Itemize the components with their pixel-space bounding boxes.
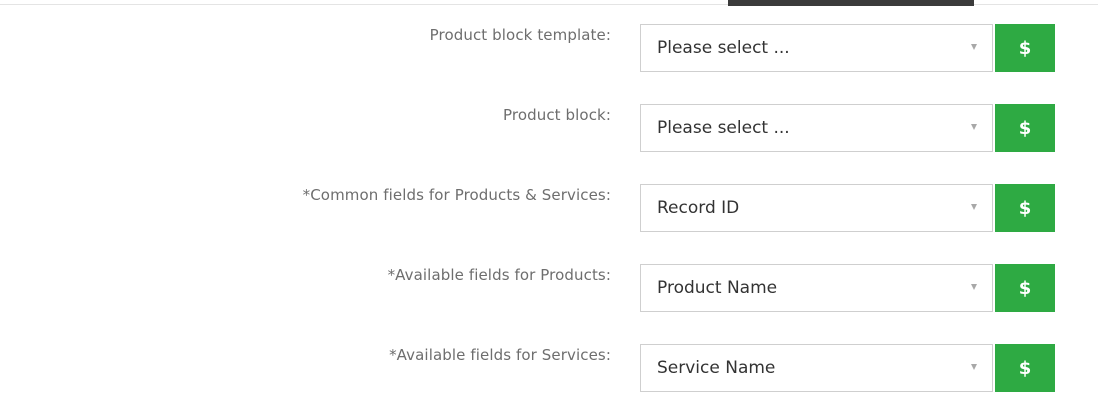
form-row-product-fields: *Available fields for Products: Product … bbox=[0, 262, 1098, 316]
field-label: *Available fields for Services: bbox=[389, 346, 611, 364]
common-fields-select[interactable]: Record ID bbox=[640, 184, 993, 232]
product-block-select[interactable]: Please select ... bbox=[640, 104, 993, 152]
dollar-icon: $ bbox=[1018, 37, 1032, 59]
select-value: Product Name bbox=[657, 278, 778, 298]
field-label: Product block template: bbox=[429, 26, 611, 44]
chevron-down-icon bbox=[971, 204, 977, 210]
form-row-common-fields: *Common fields for Products & Services: … bbox=[0, 182, 1098, 236]
select-value: Service Name bbox=[657, 358, 776, 378]
select-value: Record ID bbox=[657, 198, 740, 218]
chevron-down-icon bbox=[971, 284, 977, 290]
service-fields-select[interactable]: Service Name bbox=[640, 344, 993, 392]
dollar-button[interactable]: $ bbox=[995, 24, 1055, 72]
dollar-button[interactable]: $ bbox=[995, 104, 1055, 152]
dollar-icon: $ bbox=[1018, 357, 1032, 379]
dollar-button[interactable]: $ bbox=[995, 184, 1055, 232]
product-fields-select[interactable]: Product Name bbox=[640, 264, 993, 312]
select-value: Please select ... bbox=[657, 38, 790, 58]
field-label: Product block: bbox=[503, 106, 611, 124]
dollar-button[interactable]: $ bbox=[995, 344, 1055, 392]
chevron-down-icon bbox=[971, 44, 977, 50]
dollar-icon: $ bbox=[1018, 117, 1032, 139]
form-row-service-fields: *Available fields for Services: Service … bbox=[0, 342, 1098, 396]
dollar-button[interactable]: $ bbox=[995, 264, 1055, 312]
field-label: *Common fields for Products & Services: bbox=[302, 186, 611, 204]
product-block-template-select[interactable]: Please select ... bbox=[640, 24, 993, 72]
field-label: *Available fields for Products: bbox=[387, 266, 611, 284]
form-row-product-block-template: Product block template: Please select ..… bbox=[0, 22, 1098, 76]
dollar-icon: $ bbox=[1018, 277, 1032, 299]
form-row-product-block: Product block: Please select ... $ bbox=[0, 102, 1098, 156]
select-value: Please select ... bbox=[657, 118, 790, 138]
chevron-down-icon bbox=[971, 124, 977, 130]
chevron-down-icon bbox=[971, 364, 977, 370]
active-tab-indicator bbox=[728, 0, 974, 6]
dollar-icon: $ bbox=[1018, 197, 1032, 219]
